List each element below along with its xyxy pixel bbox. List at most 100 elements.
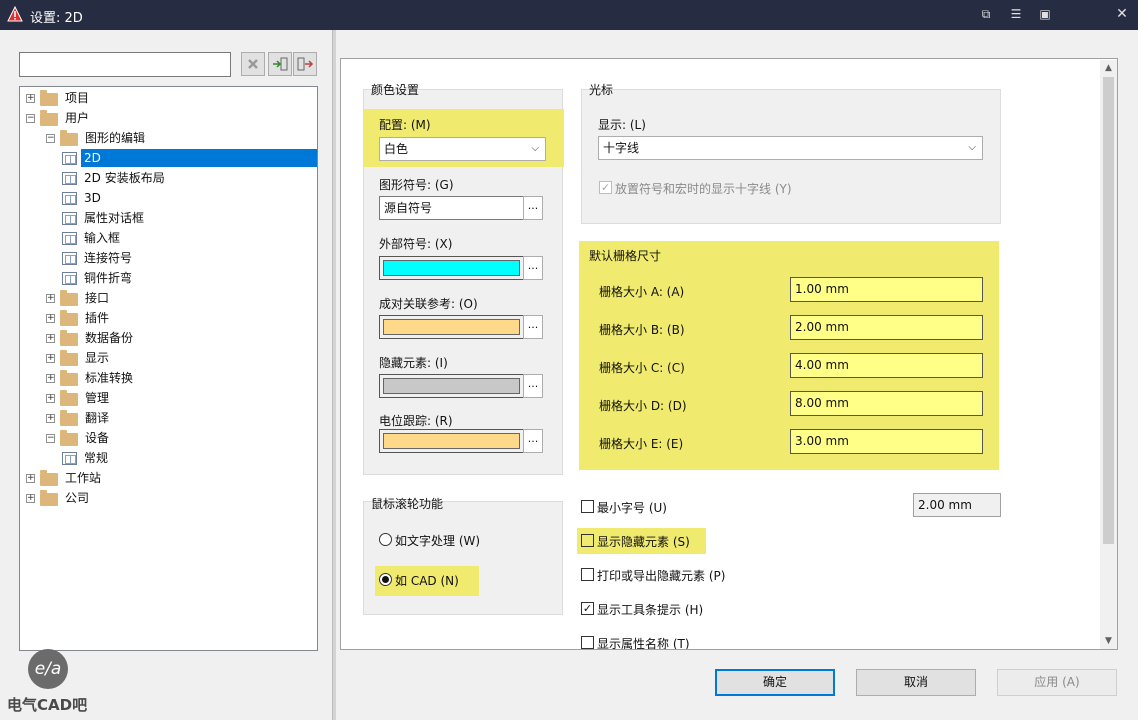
tree-item-label: 属性对话框	[84, 211, 145, 225]
tree-item[interactable]: + 翻译	[20, 409, 317, 427]
close-icon[interactable]: ✕	[1114, 7, 1130, 21]
toolbar-tips-checkbox[interactable]: ✓	[581, 602, 594, 615]
settings-page-icon	[62, 272, 77, 285]
collapse-icon[interactable]: −	[26, 114, 35, 123]
scroll-up-icon[interactable]: ▲	[1100, 60, 1117, 76]
min-font-value-field[interactable]: 2.00 mm	[913, 493, 1001, 517]
tree-search-input[interactable]	[19, 52, 231, 77]
tree-item[interactable]: 常规	[20, 449, 317, 467]
hidden-label: 隐藏元素: (I)	[379, 356, 448, 370]
tree-item[interactable]: 铜件折弯	[20, 269, 317, 287]
tree-item[interactable]: − 用户	[20, 109, 317, 127]
expand-button[interactable]	[268, 52, 292, 76]
wheel-word-label: 如文字处理 (W)	[395, 534, 481, 548]
potential-color-swatch[interactable]	[379, 429, 524, 453]
collapse-icon[interactable]: −	[46, 434, 55, 443]
tree-item[interactable]: + 工作站	[20, 469, 317, 487]
watermark-text: 电气CAD吧	[7, 696, 88, 714]
expand-icon[interactable]: +	[46, 394, 55, 403]
print-hidden-checkbox[interactable]	[581, 568, 594, 581]
expand-icon[interactable]: +	[46, 294, 55, 303]
expand-icon[interactable]: +	[26, 474, 35, 483]
expand-icon[interactable]: +	[46, 314, 55, 323]
symbol-browse-button[interactable]: ...	[523, 196, 543, 220]
tree-item[interactable]: + 标准转换	[20, 369, 317, 387]
scroll-down-icon[interactable]: ▼	[1100, 633, 1117, 649]
warning-app-icon	[7, 6, 23, 22]
tree-item[interactable]: 属性对话框	[20, 209, 317, 227]
chevron-down-icon: ⌵	[531, 143, 539, 154]
grid-size-field[interactable]: 2.00 mm	[790, 315, 983, 340]
tree-item[interactable]: 连接符号	[20, 249, 317, 267]
cancel-button[interactable]: 取消	[856, 669, 976, 696]
pair-browse-button[interactable]: ...	[523, 315, 543, 339]
symbol-color-field[interactable]: 源自符号	[379, 196, 524, 220]
wheel-word-radio[interactable]	[379, 533, 392, 546]
tree-item[interactable]: 2D 安装板布局	[20, 169, 317, 187]
crosshair-checkbox[interactable]: ✓	[599, 181, 612, 194]
settings-tree[interactable]: + 项目 − 用户 − 图形的编辑 2D 2D 安装板布局 3D 属性对话框输入框连接符号铜件折弯…	[19, 86, 318, 651]
folder-icon	[60, 310, 78, 326]
scroll-thumb[interactable]	[1103, 77, 1114, 544]
folder-icon	[60, 390, 78, 406]
tree-item[interactable]: 3D	[20, 189, 317, 207]
pair-color-swatch[interactable]	[379, 315, 524, 339]
tree-item[interactable]: + 数据备份	[20, 329, 317, 347]
grid-size-field[interactable]: 3.00 mm	[790, 429, 983, 454]
symbol-label: 图形符号: (G)	[379, 178, 454, 192]
expand-icon[interactable]: +	[26, 494, 35, 503]
prop-names-label: 显示属性名称 (T)	[597, 637, 690, 650]
min-font-checkbox[interactable]	[581, 500, 594, 513]
expand-icon[interactable]: +	[46, 414, 55, 423]
tree-item[interactable]: − 设备	[20, 429, 317, 447]
restore-icon[interactable]: ▣	[1037, 7, 1053, 21]
hidden-browse-button[interactable]: ...	[523, 374, 543, 398]
tree-item-label: 数据备份	[85, 331, 134, 345]
tree-item-label: 翻译	[85, 411, 110, 425]
scheme-select[interactable]: 白色 ⌵	[379, 137, 546, 161]
grid-size-label: 栅格大小 E: (E)	[599, 437, 684, 451]
dock-icon[interactable]: ⧉	[978, 7, 994, 21]
tree-item[interactable]: + 项目	[20, 89, 317, 107]
layout-icon[interactable]: ☰	[1008, 7, 1024, 21]
tree-item-label: 用户	[65, 111, 90, 125]
potential-color-fill	[383, 433, 520, 449]
tree-item[interactable]: + 管理	[20, 389, 317, 407]
folder-icon	[60, 350, 78, 366]
grid-group-label: 默认栅格尺寸	[589, 249, 662, 263]
expand-icon[interactable]: +	[26, 94, 35, 103]
vertical-scrollbar[interactable]: ▲ ▼	[1100, 60, 1117, 649]
expand-icon[interactable]: +	[46, 374, 55, 383]
settings-panel: 颜色设置 配置: (M) 白色 ⌵ 图形符号: (G) 源自符号 ... 外部符号…	[340, 58, 1118, 650]
ok-button[interactable]: 确定	[715, 669, 835, 696]
expand-icon[interactable]: +	[46, 354, 55, 363]
tree-item-label: 管理	[85, 391, 110, 405]
potential-browse-button[interactable]: ...	[523, 429, 543, 453]
wheel-cad-radio[interactable]	[379, 573, 392, 586]
cursor-display-select[interactable]: 十字线 ⌵	[598, 136, 983, 160]
grid-size-field[interactable]: 8.00 mm	[790, 391, 983, 416]
external-browse-button[interactable]: ...	[523, 256, 543, 280]
tree-item[interactable]: 输入框	[20, 229, 317, 247]
tree-item[interactable]: 2D	[20, 149, 317, 167]
prop-names-checkbox[interactable]	[581, 636, 594, 649]
apply-button[interactable]: 应用 (A)	[997, 669, 1117, 696]
grid-size-field[interactable]: 1.00 mm	[790, 277, 983, 302]
hidden-color-swatch[interactable]	[379, 374, 524, 398]
grid-size-field[interactable]: 4.00 mm	[790, 353, 983, 378]
splitter[interactable]	[332, 30, 336, 720]
tree-item-label: 2D 安装板布局	[84, 171, 165, 185]
tree-item[interactable]: + 接口	[20, 289, 317, 307]
collapse-icon[interactable]: −	[46, 134, 55, 143]
tree-item[interactable]: − 图形的编辑	[20, 129, 317, 147]
collapse-button[interactable]	[293, 52, 317, 76]
expand-icon[interactable]: +	[46, 334, 55, 343]
watermark-logo: e/a	[28, 649, 68, 689]
clear-search-button[interactable]	[241, 52, 265, 76]
show-hidden-checkbox[interactable]	[581, 534, 594, 547]
tree-item-label: 接口	[85, 291, 110, 305]
external-color-swatch[interactable]	[379, 256, 524, 280]
tree-item[interactable]: + 显示	[20, 349, 317, 367]
tree-item[interactable]: + 插件	[20, 309, 317, 327]
tree-item[interactable]: + 公司	[20, 489, 317, 507]
